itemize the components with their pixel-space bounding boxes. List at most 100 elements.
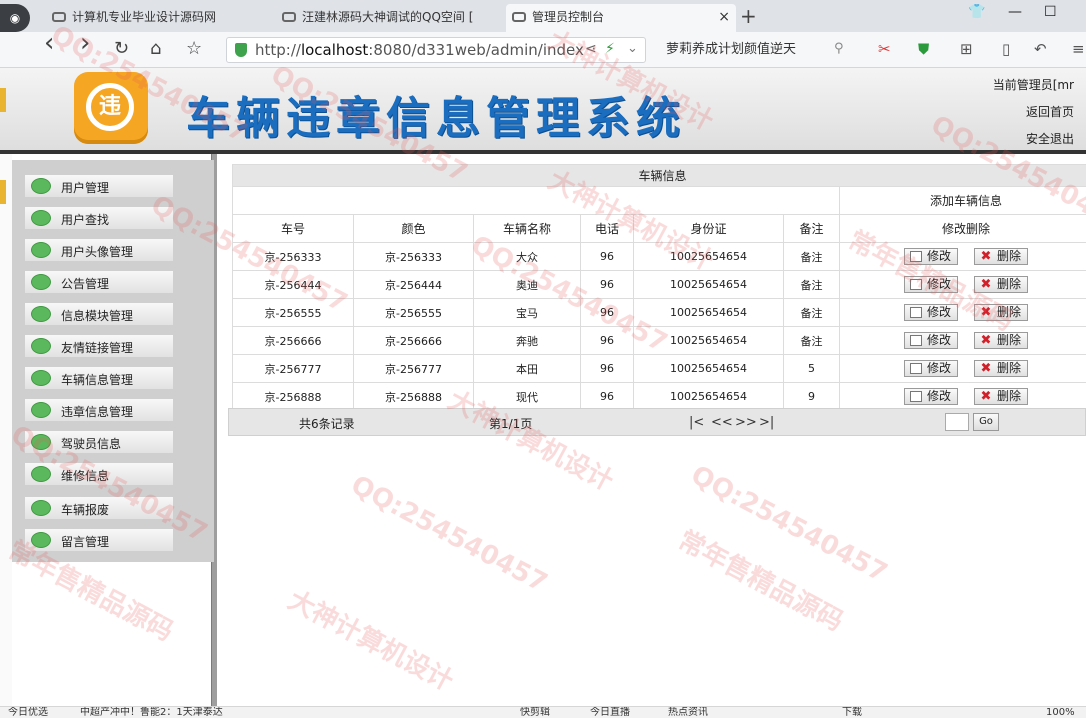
edit-label: 修改 (926, 305, 951, 319)
sidebar-item-user-management[interactable]: 用户管理 (24, 174, 174, 198)
browser-nav-bar: ‹ › ↻ ⌂ ☆ http://localhost:8080/d331web/… (0, 30, 1086, 68)
cell-phone: 96 (580, 270, 634, 299)
cell-vehicle-name: 大众 (473, 242, 581, 271)
tab-admin-console[interactable]: 管理员控制台 × (506, 4, 736, 32)
new-tab-button[interactable]: + (740, 4, 757, 28)
sidebar-item-vehicle-scrap[interactable]: 车辆报废 (24, 496, 174, 520)
chevron-down-icon[interactable]: ⌄ (627, 41, 638, 56)
security-shield-icon (235, 43, 247, 57)
rail-marker (0, 88, 6, 112)
menu-icon[interactable]: ≡ (1072, 39, 1085, 59)
edit-button[interactable]: 修改 (903, 276, 958, 293)
share-icon[interactable]: ⋖ (585, 41, 597, 57)
shield-icon[interactable]: ⛊ (918, 39, 929, 59)
status-news-ticker[interactable]: 中超产冲中！鲁能2：1天津泰达 (80, 707, 223, 718)
sidebar-item-violation-info[interactable]: 违章信息管理 (24, 398, 174, 422)
rail-marker (0, 180, 6, 204)
col-note-header: 备注 (783, 214, 840, 243)
home-button[interactable]: ⌂ (150, 38, 161, 60)
status-quick-clip[interactable]: 快剪辑 (520, 707, 550, 718)
reload-button[interactable]: ↻ (114, 38, 129, 60)
undo-icon[interactable]: ↶ (1034, 39, 1047, 59)
browser-logo-icon[interactable]: ◉ (0, 4, 30, 32)
delete-x-icon: ✖ (980, 333, 992, 348)
maximize-icon[interactable]: ☐ (1044, 2, 1057, 22)
edit-icon (909, 391, 922, 402)
edit-button[interactable]: 修改 (903, 332, 958, 349)
table-row: 京-256666 京-256666 奔驰 96 10025654654 备注 修改 ✖ 删除 (232, 326, 1086, 355)
sidebar-item-announcement[interactable]: 公告管理 (24, 270, 174, 294)
edit-button[interactable]: 修改 (903, 360, 958, 377)
edit-label: 修改 (926, 333, 951, 347)
go-button[interactable]: Go (973, 413, 999, 431)
sidebar-item-friend-links[interactable]: 友情链接管理 (24, 334, 174, 358)
cell-actions: 修改 ✖ 删除 (838, 242, 1086, 271)
edit-button[interactable]: 修改 (903, 248, 958, 265)
status-zoom[interactable]: 100% (1046, 707, 1075, 718)
scissors-icon[interactable]: ✂ (878, 39, 891, 59)
cell-actions: 修改 ✖ 删除 (838, 354, 1086, 383)
page-favicon-icon (282, 12, 296, 22)
sidebar-item-user-search[interactable]: 用户查找 (24, 206, 174, 230)
search-icon[interactable]: ⚲ (834, 41, 844, 56)
tab-qq-space[interactable]: 汪建林源码大神调试的QQ空间 [ (276, 4, 504, 32)
home-link[interactable]: 返回首页 (954, 99, 1074, 126)
search-input[interactable]: 萝莉养成计划颜值逆天 (660, 37, 856, 63)
edit-label: 修改 (926, 277, 951, 291)
cell-actions: 修改 ✖ 删除 (838, 270, 1086, 299)
close-tab-icon[interactable]: × (718, 4, 730, 30)
delete-x-icon: ✖ (980, 389, 992, 404)
browser-tab-bar: ◉ 计算机专业毕业设计源码网 汪建林源码大神调试的QQ空间 [ 管理员控制台 ×… (0, 0, 1086, 32)
cell-phone: 96 (580, 326, 634, 355)
sidebar-item-avatar-management[interactable]: 用户头像管理 (24, 238, 174, 262)
delete-button[interactable]: ✖ 删除 (974, 304, 1029, 321)
shirt-skin-icon[interactable]: 👕 (968, 2, 985, 22)
delete-label: 删除 (997, 333, 1022, 347)
table-row: 京-256888 京-256888 现代 96 10025654654 9 修改 ✖ 删除 (232, 382, 1086, 411)
lightning-icon[interactable]: ⚡ (605, 41, 615, 57)
sidebar-item-label: 用户管理 (61, 181, 110, 195)
next-page-button[interactable]: >> (735, 415, 757, 430)
status-download[interactable]: 下载 (842, 707, 862, 718)
forward-button[interactable]: › (80, 30, 90, 56)
minimize-icon[interactable]: — (1008, 2, 1022, 22)
bookmark-star-button[interactable]: ☆ (186, 38, 202, 60)
cell-note: 5 (783, 354, 840, 383)
sidebar-item-repair-info[interactable]: 维修信息 (24, 462, 174, 486)
apps-grid-icon[interactable]: ⊞ (960, 39, 973, 59)
delete-button[interactable]: ✖ 删除 (974, 332, 1029, 349)
cell-actions: 修改 ✖ 删除 (838, 326, 1086, 355)
address-text: http://localhost:8080/d331web/admin/inde… (255, 41, 584, 59)
sidebar-item-label: 车辆报废 (61, 503, 110, 517)
address-bar[interactable]: http://localhost:8080/d331web/admin/inde… (226, 37, 646, 63)
delete-button[interactable]: ✖ 删除 (974, 360, 1029, 377)
status-hot-news[interactable]: 热点资讯 (668, 707, 708, 718)
chat-bubble-icon (31, 306, 51, 322)
sidebar-item-label: 公告管理 (61, 277, 110, 291)
sidebar-item-messages[interactable]: 留言管理 (24, 528, 174, 552)
cell-id-card: 10025654654 (633, 354, 784, 383)
edit-icon (909, 335, 922, 346)
last-page-button[interactable]: >| (759, 415, 774, 430)
chat-bubble-icon (31, 242, 51, 258)
edit-button[interactable]: 修改 (903, 304, 958, 321)
add-vehicle-link[interactable]: 添加车辆信息 (838, 186, 1086, 215)
back-button[interactable]: ‹ (44, 30, 54, 56)
cell-id-card: 10025654654 (633, 382, 784, 411)
sidebar-item-driver-info[interactable]: 驾驶员信息 (24, 430, 174, 454)
page-number-input[interactable] (945, 413, 969, 431)
first-page-button[interactable]: |< (689, 415, 704, 430)
sidebar-item-info-module[interactable]: 信息模块管理 (24, 302, 174, 326)
cell-note: 备注 (783, 242, 840, 271)
status-today-picks[interactable]: 今日优选 (8, 707, 48, 718)
delete-button[interactable]: ✖ 删除 (974, 388, 1029, 405)
sidebar-item-vehicle-info[interactable]: 车辆信息管理 (24, 366, 174, 390)
edit-button[interactable]: 修改 (903, 388, 958, 405)
delete-button[interactable]: ✖ 删除 (974, 248, 1029, 265)
logout-link[interactable]: 安全退出 (954, 126, 1074, 153)
cell-color: 京-256333 (353, 242, 474, 271)
phone-icon[interactable]: ▯ (1002, 39, 1010, 59)
prev-page-button[interactable]: << (711, 415, 733, 430)
delete-button[interactable]: ✖ 删除 (974, 276, 1029, 293)
status-live[interactable]: 今日直播 (590, 707, 630, 718)
